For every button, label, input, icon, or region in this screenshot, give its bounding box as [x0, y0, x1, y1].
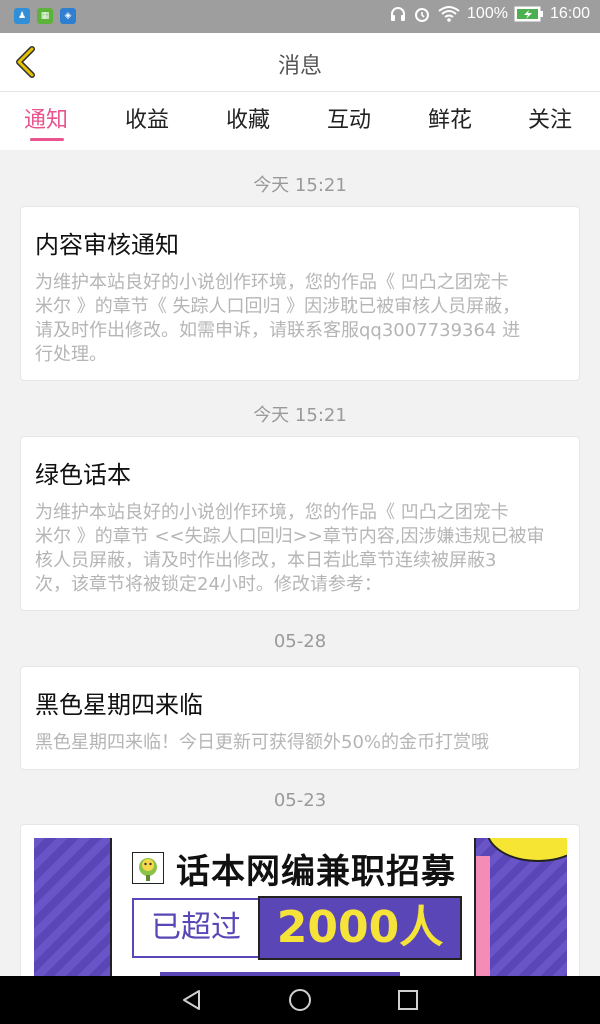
- circle-home-icon: [289, 989, 311, 1011]
- clock-time: 16:00: [549, 5, 590, 22]
- tab-favorites[interactable]: 收藏: [226, 102, 270, 134]
- page-title: 消息: [277, 54, 322, 79]
- nav-back-button[interactable]: [180, 988, 204, 1012]
- calendar-app-icon: ▦: [37, 8, 53, 24]
- message-date: 05-23: [273, 790, 327, 811]
- battery-percent: 100%: [467, 5, 508, 22]
- alarm-clock-icon: [415, 8, 430, 22]
- tab-notifications[interactable]: 通知: [24, 102, 68, 134]
- wifi-icon: [438, 6, 460, 22]
- message-body-line: 米尔 》的章节《 失踪人口回归 》因涉耽已被审核人员屏蔽，: [35, 296, 521, 317]
- huaben-logo-icon: [132, 852, 164, 884]
- system-nav-bar: [0, 976, 600, 1024]
- decorative-strip: [474, 856, 490, 976]
- message-body: 为维护本站良好的小说创作环境，您的作品《 凹凸之团宠卡 米尔 》的章节 <<失踪…: [35, 501, 565, 597]
- message-body-line: 为维护本站良好的小说创作环境，您的作品《 凹凸之团宠卡: [35, 502, 509, 523]
- message-card[interactable]: 绿色话本 为维护本站良好的小说创作环境，您的作品《 凹凸之团宠卡 米尔 》的章节…: [20, 436, 580, 611]
- message-title: 黑色星期四来临: [35, 691, 203, 719]
- message-title: 绿色话本: [35, 461, 131, 489]
- message-body-line: 为维护本站良好的小说创作环境，您的作品《 凹凸之团宠卡: [35, 272, 509, 293]
- nav-home-button[interactable]: [288, 988, 312, 1012]
- message-date: 今天 15:21: [253, 175, 347, 196]
- message-body: 为维护本站良好的小说创作环境，您的作品《 凹凸之团宠卡 米尔 》的章节《 失踪人…: [35, 271, 565, 367]
- message-date: 今天 15:21: [253, 405, 347, 426]
- message-body-line: 核人员屏蔽，请及时作出修改，本日若此章节连续被屏蔽3: [35, 550, 497, 571]
- banner-count: 2000人: [258, 896, 462, 960]
- message-card[interactable]: 黑色星期四来临 黑色星期四来临！今日更新可获得额外50%的金币打赏哦: [20, 666, 580, 770]
- message-date: 05-28: [273, 631, 327, 652]
- tab-earnings[interactable]: 收益: [125, 102, 169, 134]
- qq-assistant-icon: ♟: [14, 8, 30, 24]
- shield-app-icon: ◈: [60, 8, 76, 24]
- status-bar: ♟ ▦ ◈ 100% 16:00: [0, 0, 600, 33]
- message-card[interactable]: 内容审核通知 为维护本站良好的小说创作环境，您的作品《 凹凸之团宠卡 米尔 》的…: [20, 206, 580, 381]
- message-body-line: 次，该章节将被锁定24小时。修改请参考：: [35, 574, 382, 595]
- battery-charging-icon: [514, 6, 543, 22]
- nav-recents-button[interactable]: [396, 988, 420, 1012]
- header-bar: 消息: [0, 33, 600, 92]
- message-body-line: 请及时作出修改。如需申诉，请联系客服qq3007739364 进: [35, 320, 521, 341]
- headphones-icon: [391, 7, 406, 21]
- tab-flowers[interactable]: 鲜花: [428, 102, 472, 134]
- message-body-line: 行处理。: [35, 344, 107, 365]
- banner-label: 已超过: [132, 898, 260, 958]
- recruitment-banner[interactable]: 话本网编兼职招募 已超过 2000人: [34, 838, 567, 976]
- decorative-circle: [486, 838, 567, 862]
- message-body: 黑色星期四来临！今日更新可获得额外50%的金币打赏哦: [35, 731, 565, 755]
- triangle-back-icon: [183, 990, 200, 1010]
- square-recents-icon: [398, 990, 418, 1010]
- banner-title: 话本网编兼职招募: [176, 852, 456, 892]
- tab-follows[interactable]: 关注: [528, 102, 572, 134]
- message-body-line: 黑色星期四来临！今日更新可获得额外50%的金币打赏哦: [35, 732, 490, 753]
- tab-bar: 通知 收益 收藏 互动 鲜花 关注: [0, 92, 600, 150]
- banner-panel: 话本网编兼职招募 已超过 2000人: [110, 838, 476, 976]
- tab-interactions[interactable]: 互动: [327, 102, 371, 134]
- message-title: 内容审核通知: [35, 231, 179, 259]
- active-tab-indicator: [30, 138, 64, 141]
- message-body-line: 米尔 》的章节 <<失踪人口回归>>章节内容,因涉嫌违规已被审: [35, 526, 545, 547]
